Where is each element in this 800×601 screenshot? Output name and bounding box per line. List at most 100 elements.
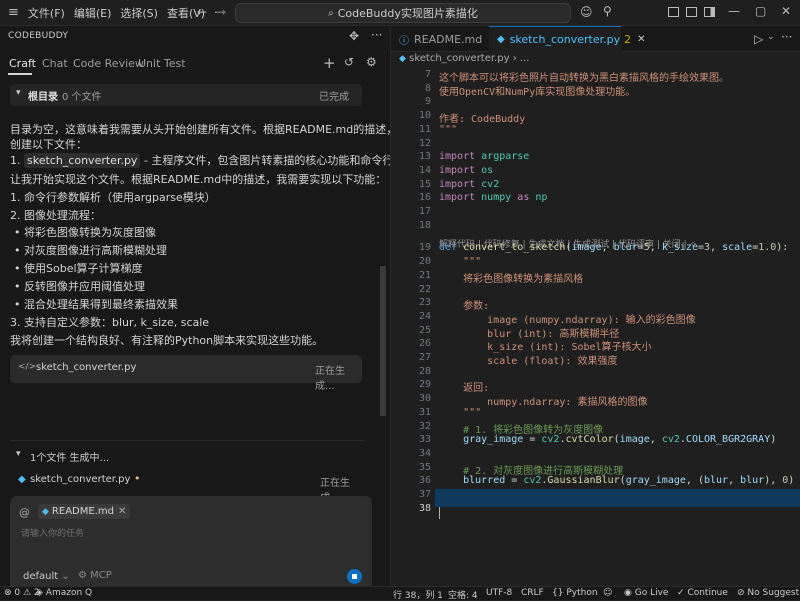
history-icon[interactable]: ↺	[344, 55, 354, 69]
close-tab-icon[interactable]: ✕	[637, 34, 645, 45]
code-line[interactable]: import os	[439, 165, 493, 176]
toggle-primary-sidebar-icon[interactable]	[668, 7, 679, 17]
file-chip[interactable]: sketch_converter.py	[24, 153, 141, 168]
file-row-name[interactable]: sketch_converter.py	[30, 474, 130, 485]
encoding[interactable]: UTF-8	[486, 588, 512, 598]
suggestions-status[interactable]: ⊘ No Suggestion	[737, 588, 800, 598]
command-center[interactable]: ⌕ CodeBuddy实现图片素描化	[235, 3, 571, 23]
readme-context-chip[interactable]: ◆ README.md ✕	[38, 504, 131, 519]
bell-icon: ⊘	[737, 588, 745, 598]
menu-selection[interactable]: 选择(S)	[120, 5, 158, 21]
tab-code-review[interactable]: Code Review	[73, 57, 144, 70]
code-line[interactable]: """	[439, 124, 457, 135]
continue-button[interactable]: ✓ Continue	[677, 588, 728, 598]
amazon-q-status[interactable]: ◈ Amazon Q	[36, 588, 92, 598]
problem-count-badge: 2	[624, 33, 632, 46]
cursor-position[interactable]: 行 38，列 1	[393, 588, 443, 601]
chevron-down-icon[interactable]: ⌄	[767, 32, 775, 42]
code-line[interactable]: gray_image = cv2.cvtColor(image, cv2.COL…	[439, 434, 776, 445]
root-directory-row[interactable]: ▾ 根目录 0 个文件 已完成	[10, 84, 362, 106]
more-actions-icon[interactable]: ···	[371, 28, 382, 42]
braces-icon: {}	[552, 588, 564, 598]
account-icon[interactable]: ⚲	[603, 4, 612, 18]
tab-sketch-converter[interactable]: ◆ sketch_converter.py 2 ✕	[489, 26, 646, 52]
breadcrumb[interactable]: ◆ sketch_converter.py › ...	[399, 53, 529, 64]
mode-select[interactable]: default ⌄	[23, 571, 70, 582]
close-icon[interactable]: ✕	[781, 4, 791, 18]
menu-edit[interactable]: 编辑(E)	[74, 5, 112, 21]
settings-icon[interactable]: ⚙	[366, 55, 377, 69]
forward-arrow-icon[interactable]: →	[216, 5, 226, 19]
more-actions-icon[interactable]: ···	[781, 30, 792, 44]
suggestions-label: No Suggestion	[747, 588, 800, 598]
line-number: 30	[418, 393, 431, 405]
language-mode[interactable]: {} Python	[552, 588, 598, 598]
message-intro-2: 创建以下文件：	[10, 138, 87, 151]
tab-chat[interactable]: Chat	[42, 57, 68, 70]
code-line[interactable]: import cv2	[439, 179, 499, 190]
line-number: 25	[418, 324, 431, 336]
copilot-icon[interactable]: ☺	[580, 5, 593, 19]
maximize-icon[interactable]: ▢	[755, 4, 766, 18]
line-endings[interactable]: CRLF	[521, 588, 544, 598]
toggle-panel-icon[interactable]	[686, 7, 697, 17]
card-status: 正在生成...	[315, 366, 345, 392]
line-number: 29	[418, 379, 431, 391]
line-number: 27	[418, 352, 431, 363]
problems-status[interactable]: ⊗ 0 ⚠ 2	[4, 588, 40, 598]
app-menu-icon[interactable]: ≡	[8, 5, 19, 20]
task-input-placeholder[interactable]: 请输入你的任务	[21, 526, 84, 539]
tab-label: sketch_converter.py	[509, 33, 621, 46]
chip-label: README.md	[51, 506, 114, 517]
run-icon[interactable]: ▷	[754, 32, 763, 46]
line-number: 13	[418, 151, 431, 163]
minimize-icon[interactable]: —	[728, 4, 740, 18]
code-line[interactable]: """	[439, 256, 481, 267]
move-icon[interactable]: ✥	[349, 29, 359, 43]
message-plan: 让我开始实现这个文件。根据README.md中的描述，我需要实现以下功能：	[10, 173, 387, 186]
item-number: 1.	[10, 154, 21, 167]
line-number: 38	[418, 502, 431, 514]
menu-file[interactable]: 文件(F)	[28, 5, 65, 21]
generating-file-card[interactable]: </> sketch_converter.py 正在生成...	[10, 355, 362, 392]
bullet-text: 使用Sobel算子计算梯度	[24, 262, 143, 275]
bullet-1: • 将彩色图像转换为灰度图像	[14, 226, 156, 239]
code-line[interactable]: import argparse	[439, 151, 529, 162]
tab-unit-test[interactable]: Unit Test	[138, 57, 186, 70]
scrollbar-thumb[interactable]	[380, 266, 386, 416]
tab-craft[interactable]: Craft	[9, 57, 36, 70]
code-line[interactable]: import numpy as np	[439, 192, 547, 203]
line-number: 15	[418, 178, 431, 190]
line-number: 37	[418, 489, 431, 500]
task-input-box[interactable]: @ ◆ README.md ✕ 请输入你的任务 default ⌄ ⚙ MCP	[10, 496, 372, 592]
mcp-button[interactable]: ⚙ MCP	[78, 570, 112, 581]
indentation[interactable]: 空格: 4	[448, 588, 478, 601]
feedback-icon[interactable]: ☺	[603, 588, 612, 598]
code-line[interactable]: scale (float): 效果强度	[439, 352, 617, 367]
code-line[interactable]: 将彩色图像转换为素描风格	[439, 270, 583, 285]
code-line[interactable]: """	[439, 407, 481, 418]
code-line[interactable]: blurred = cv2.GaussianBlur(gray_image, (…	[439, 475, 794, 486]
tab-label: README.md	[414, 32, 483, 46]
remove-chip-icon[interactable]: ✕	[118, 506, 126, 517]
chevron-down-icon[interactable]: ▾	[16, 449, 21, 459]
line-number: 8	[424, 82, 431, 94]
panel-header: CODEBUDDY	[8, 31, 69, 41]
tab-readme[interactable]: ⓘ README.md	[391, 26, 489, 52]
files-summary: 1个文件 生成中...	[30, 453, 110, 464]
mention-button[interactable]: @	[19, 506, 30, 519]
stop-button[interactable]	[347, 569, 362, 584]
toggle-secondary-sidebar-icon[interactable]	[704, 7, 715, 17]
go-live-button[interactable]: ◉ Go Live	[624, 588, 668, 598]
code-line[interactable]: 使用OpenCV和NumPy库实现图像处理功能。	[439, 83, 635, 98]
back-arrow-icon[interactable]: ←	[197, 5, 207, 19]
root-file-count: 0 个文件	[62, 92, 102, 103]
add-icon[interactable]: +	[323, 54, 336, 72]
line-number: 23	[418, 297, 431, 309]
breadcrumb-file[interactable]: sketch_converter.py	[409, 53, 509, 64]
breadcrumb-more[interactable]: ...	[520, 53, 530, 64]
codebuddy-panel: CODEBUDDY ✥ ··· Craft Chat Code Review U…	[0, 26, 430, 592]
code-line[interactable]: def convert_to_sketch(image, blur=5, k_s…	[439, 242, 788, 253]
python-file-icon: ◆	[497, 34, 505, 45]
line-number: 19	[418, 242, 431, 254]
